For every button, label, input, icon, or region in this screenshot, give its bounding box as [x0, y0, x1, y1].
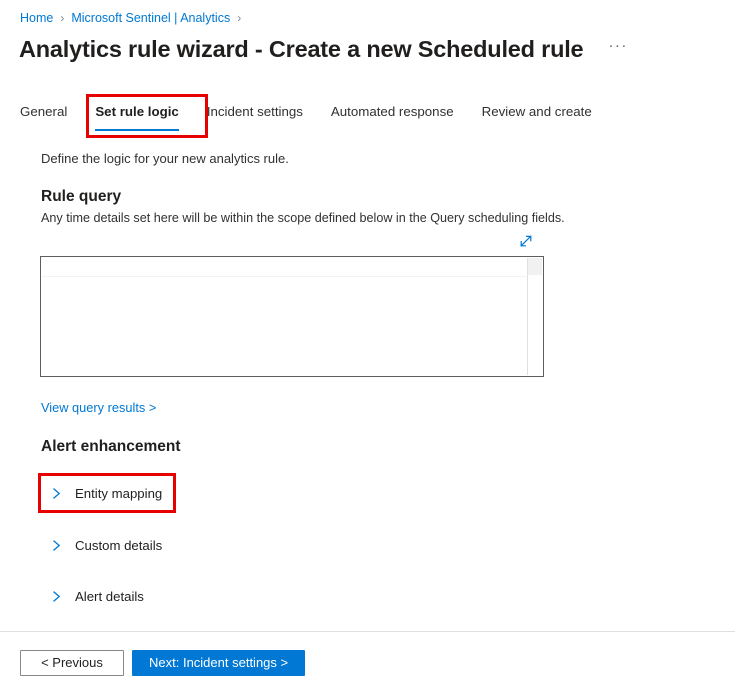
section-entity-mapping[interactable]: Entity mapping — [46, 480, 162, 506]
tab-label: Set rule logic — [95, 104, 179, 119]
breadcrumb-separator-icon: › — [237, 11, 242, 25]
next-incident-settings-button[interactable]: Next: Incident settings > — [132, 650, 306, 676]
breadcrumb-item-microsoft-sentinel-analytics[interactable]: Microsoft Sentinel | Analytics — [71, 9, 230, 27]
section-alert-details[interactable]: Alert details — [46, 583, 144, 609]
rule-query-heading: Rule query — [41, 188, 122, 205]
alert-enhancement-heading: Alert enhancement — [41, 438, 181, 455]
chevron-right-icon — [46, 483, 66, 503]
section-label: Alert details — [75, 588, 144, 604]
tab-review-and-create[interactable]: Review and create — [468, 99, 606, 125]
more-options-icon[interactable]: ··· — [605, 38, 631, 53]
rule-query-scrollbar[interactable] — [527, 258, 542, 375]
expand-diagonal-icon[interactable] — [514, 229, 538, 253]
tab-label: General — [20, 104, 68, 119]
wizard-footer: < Previous Next: Incident settings > — [20, 650, 306, 676]
tab-label: Incident settings — [206, 104, 303, 119]
rule-query-editor-active-line — [42, 258, 526, 277]
page-title-row: Analytics rule wizard - Create a new Sch… — [19, 36, 631, 63]
tab-automated-response[interactable]: Automated response — [317, 99, 468, 125]
tab-label: Review and create — [481, 104, 592, 119]
intro-text: Define the logic for your new analytics … — [41, 151, 289, 166]
section-label: Custom details — [75, 537, 163, 553]
chevron-right-icon — [46, 586, 66, 606]
tab-incident-settings[interactable]: Incident settings — [193, 99, 317, 125]
footer-divider — [0, 631, 735, 632]
rule-query-scrollbar-thumb[interactable] — [528, 258, 542, 275]
breadcrumb-item-home[interactable]: Home — [20, 9, 53, 27]
previous-button[interactable]: < Previous — [20, 650, 124, 676]
page-title: Analytics rule wizard - Create a new Sch… — [19, 36, 584, 62]
chevron-right-icon — [46, 535, 66, 555]
wizard-tabs: General Set rule logic Incident settings… — [20, 99, 606, 131]
rule-query-subtext: Any time details set here will be within… — [41, 211, 565, 225]
rule-query-editor[interactable] — [40, 256, 544, 377]
section-custom-details[interactable]: Custom details — [46, 532, 162, 558]
section-label: Entity mapping — [75, 485, 163, 501]
tab-label: Automated response — [330, 104, 454, 119]
breadcrumb: Home › Microsoft Sentinel | Analytics › — [20, 9, 248, 27]
tab-set-rule-logic[interactable]: Set rule logic — [81, 99, 193, 131]
rule-query-editor-content[interactable] — [42, 258, 526, 375]
breadcrumb-separator-icon: › — [60, 11, 65, 25]
view-query-results-link[interactable]: View query results > — [41, 400, 156, 415]
tab-general[interactable]: General — [20, 99, 81, 125]
